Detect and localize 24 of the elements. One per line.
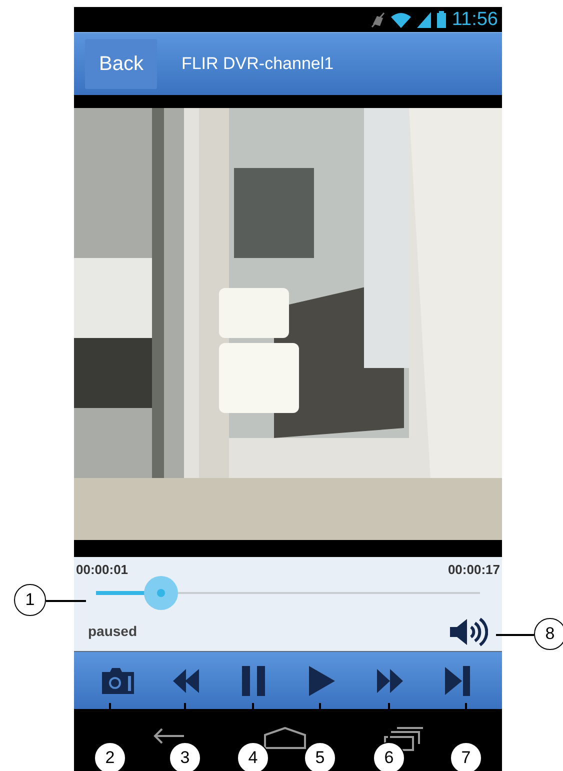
back-button[interactable]: Back xyxy=(85,39,158,89)
leader-line xyxy=(46,600,86,602)
play-icon xyxy=(309,666,335,696)
leader-line xyxy=(496,634,534,636)
playback-status: paused xyxy=(88,622,138,641)
screen-title: FLIR DVR-channel1 xyxy=(181,53,334,76)
callout-number: 1 xyxy=(14,584,46,616)
mute-icon xyxy=(370,12,385,28)
elapsed-time: 00:00:01 xyxy=(76,561,128,579)
fast-forward-icon xyxy=(377,666,403,694)
pause-icon xyxy=(242,666,266,696)
signal-icon xyxy=(416,12,431,28)
camera-icon xyxy=(100,666,136,696)
rewind-icon xyxy=(173,666,199,694)
volume-icon[interactable] xyxy=(450,616,488,648)
duration-time: 00:00:17 xyxy=(448,561,500,579)
status-time: 11:56 xyxy=(452,10,498,29)
home-nav-icon[interactable] xyxy=(262,727,307,749)
skip-end-icon xyxy=(445,666,471,696)
callout-number: 8 xyxy=(534,618,563,650)
seek-thumb[interactable] xyxy=(144,576,178,610)
battery-icon xyxy=(436,11,446,28)
back-nav-icon[interactable] xyxy=(152,727,186,745)
wifi-icon xyxy=(390,12,411,28)
